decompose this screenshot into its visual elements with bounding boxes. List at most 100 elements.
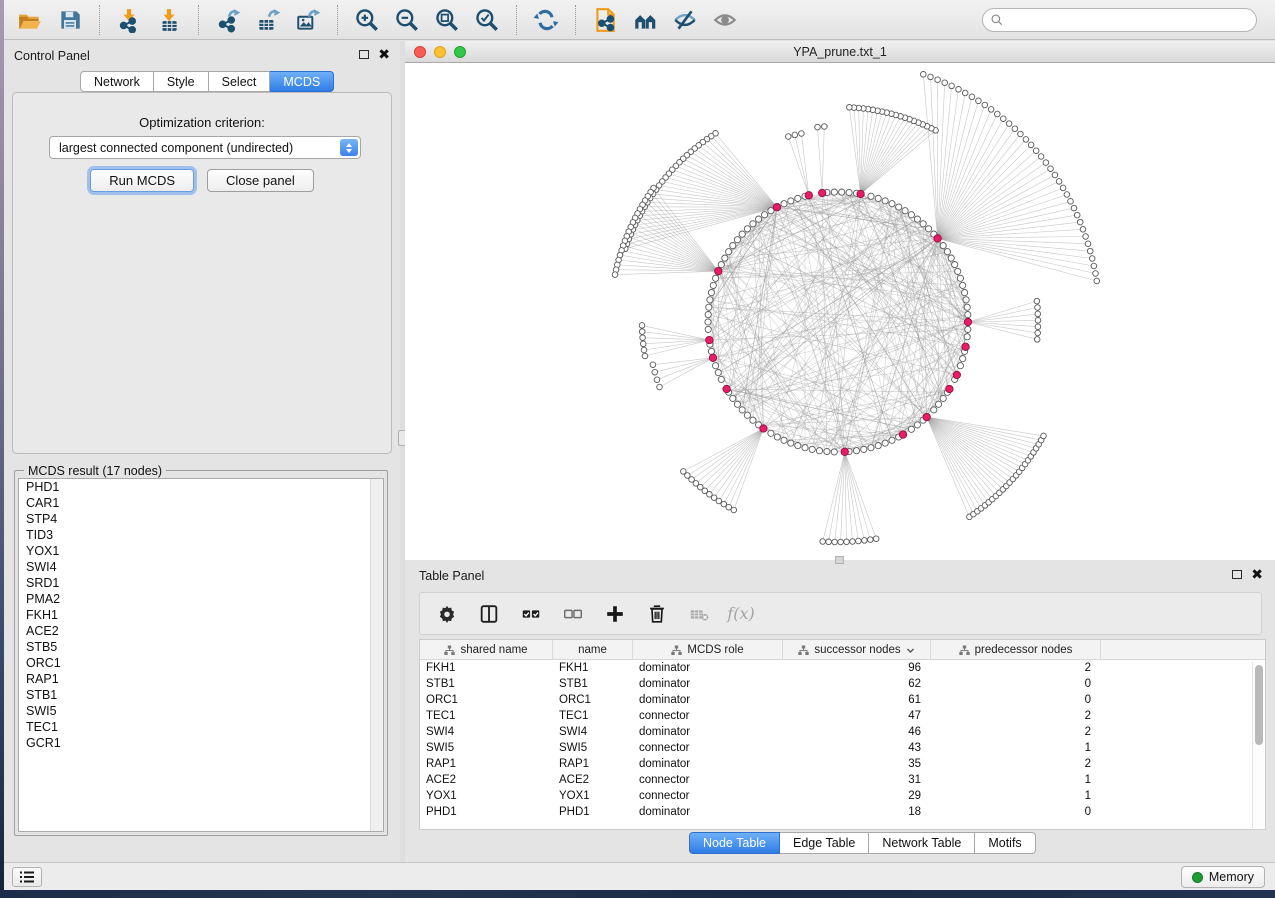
search-input[interactable]	[982, 8, 1257, 32]
column-header-shared-name[interactable]: shared name	[420, 640, 553, 660]
memory-button[interactable]: Memory	[1181, 866, 1265, 888]
network-doc-button[interactable]	[585, 3, 625, 37]
mcds-result-item[interactable]: RAP1	[19, 671, 383, 687]
gear-icon	[436, 603, 458, 625]
run-mcds-button[interactable]: Run MCDS	[90, 169, 194, 192]
table-row[interactable]: FKH1FKH1dominator962	[420, 660, 1265, 676]
tab-mcds[interactable]: MCDS	[270, 71, 334, 92]
mcds-result-item[interactable]: YOX1	[19, 543, 383, 559]
table-scrollbar[interactable]	[1252, 662, 1264, 828]
tab-node-table[interactable]: Node Table	[689, 832, 780, 854]
delete-table-icon	[688, 603, 710, 625]
table-row[interactable]: ACE2ACE2connector311	[420, 772, 1265, 788]
export-network-button[interactable]	[208, 3, 248, 37]
tab-edge-table[interactable]: Edge Table	[780, 832, 869, 854]
mcds-result-item[interactable]: STB1	[19, 687, 383, 703]
mcds-result-item[interactable]: SRD1	[19, 575, 383, 591]
columns-button[interactable]	[474, 599, 504, 629]
criterion-dropdown[interactable]: largest connected component (undirected)	[49, 136, 361, 159]
add-button[interactable]	[600, 599, 630, 629]
overview-button[interactable]	[625, 3, 665, 37]
zoom-out-button[interactable]	[387, 3, 427, 37]
cell-mcds_role: dominator	[633, 724, 783, 740]
mcds-result-item[interactable]: STB5	[19, 639, 383, 655]
zoom-in-button[interactable]	[347, 3, 387, 37]
table-row[interactable]: RAP1RAP1dominator352	[420, 756, 1265, 772]
show-eye-button[interactable]	[705, 3, 745, 37]
cell-predecessor_nodes: 2	[931, 724, 1101, 740]
mcds-result-item[interactable]: PHD1	[19, 479, 383, 495]
network-canvas[interactable]	[405, 63, 1275, 560]
deselect-all-button[interactable]	[558, 599, 588, 629]
sort-chevron-icon	[906, 647, 915, 654]
horizontal-splitter-grip[interactable]	[835, 556, 844, 564]
mcds-result-scrollbar[interactable]	[370, 479, 383, 831]
export-image-button[interactable]	[288, 3, 328, 37]
import-network-button[interactable]	[109, 3, 149, 37]
cell-shared_name: YOX1	[420, 788, 553, 804]
float-panel-icon[interactable]	[359, 50, 369, 59]
close-table-panel-icon[interactable]: ✖	[1251, 569, 1263, 579]
mcds-result-item[interactable]: TID3	[19, 527, 383, 543]
mcds-result-item[interactable]: SWI5	[19, 703, 383, 719]
mcds-result-item[interactable]: GCR1	[19, 735, 383, 751]
tab-motifs[interactable]: Motifs	[975, 832, 1035, 854]
table-row[interactable]: TEC1TEC1connector472	[420, 708, 1265, 724]
mcds-result-item[interactable]: TEC1	[19, 719, 383, 735]
close-panel-icon[interactable]: ✖	[378, 49, 390, 59]
mcds-result-item[interactable]: ACE2	[19, 623, 383, 639]
deselect-all-icon	[562, 603, 584, 625]
export-table-button[interactable]	[248, 3, 288, 37]
column-header-predecessor-nodes[interactable]: predecessor nodes	[931, 640, 1101, 660]
float-table-panel-icon[interactable]	[1232, 570, 1242, 579]
cell-shared_name: ORC1	[420, 692, 553, 708]
mcds-result-item[interactable]: ORC1	[19, 655, 383, 671]
cell-shared_name: ACE2	[420, 772, 553, 788]
open-file-button[interactable]	[10, 3, 50, 37]
select-all-button[interactable]	[516, 599, 546, 629]
table-row[interactable]: SWI4SWI4dominator462	[420, 724, 1265, 740]
cell-mcds_role: connector	[633, 772, 783, 788]
table-row[interactable]: STB1STB1dominator620	[420, 676, 1265, 692]
zoom-fit-button[interactable]	[427, 3, 467, 37]
column-header-MCDS-role[interactable]: MCDS role	[633, 640, 783, 660]
tab-network[interactable]: Network	[80, 71, 154, 92]
refresh-button[interactable]	[526, 3, 566, 37]
table-panel-window-buttons: ✖	[1232, 569, 1263, 579]
close-panel-button[interactable]: Close panel	[207, 169, 314, 192]
cell-shared_name: PHD1	[420, 804, 553, 820]
table-scrollbar-thumb[interactable]	[1255, 665, 1263, 745]
mcds-result-list[interactable]: PHD1CAR1STP4TID3YOX1SWI4SRD1PMA2FKH1ACE2…	[18, 478, 384, 832]
mcds-result-item[interactable]: CAR1	[19, 495, 383, 511]
toolbar-group	[520, 0, 572, 39]
mcds-result-item[interactable]: STP4	[19, 511, 383, 527]
tab-select[interactable]: Select	[209, 71, 271, 92]
network-window-titlebar[interactable]: YPA_prune.txt_1	[405, 41, 1275, 63]
table-row[interactable]: ORC1ORC1dominator610	[420, 692, 1265, 708]
cell-mcds_role: connector	[633, 708, 783, 724]
cell-successor_nodes: 43	[783, 740, 931, 756]
column-header-label: name	[578, 644, 607, 656]
cell-predecessor_nodes: 0	[931, 804, 1101, 820]
column-header-name[interactable]: name	[553, 640, 633, 660]
cell-successor_nodes: 96	[783, 660, 931, 676]
import-table-button[interactable]	[149, 3, 189, 37]
table-row[interactable]: PHD1PHD1dominator180	[420, 804, 1265, 820]
save-session-button[interactable]	[50, 3, 90, 37]
table-row[interactable]: SWI5SWI5connector431	[420, 740, 1265, 756]
hide-eye-button[interactable]	[665, 3, 705, 37]
tab-style[interactable]: Style	[154, 71, 209, 92]
column-header-successor-nodes[interactable]: successor nodes	[783, 640, 931, 660]
mcds-result-item[interactable]: FKH1	[19, 607, 383, 623]
mcds-result-item[interactable]: PMA2	[19, 591, 383, 607]
tab-network-table[interactable]: Network Table	[869, 832, 975, 854]
table-row[interactable]: YOX1YOX1connector291	[420, 788, 1265, 804]
task-history-button[interactable]	[12, 867, 42, 887]
mcds-result-item[interactable]: SWI4	[19, 559, 383, 575]
zoom-selected-button[interactable]	[467, 3, 507, 37]
node-table-body: FKH1FKH1dominator962STB1STB1dominator620…	[420, 660, 1265, 820]
toolbar-separator	[99, 5, 100, 35]
cell-mcds_role: dominator	[633, 692, 783, 708]
delete-button[interactable]	[642, 599, 672, 629]
gear-button[interactable]	[432, 599, 462, 629]
